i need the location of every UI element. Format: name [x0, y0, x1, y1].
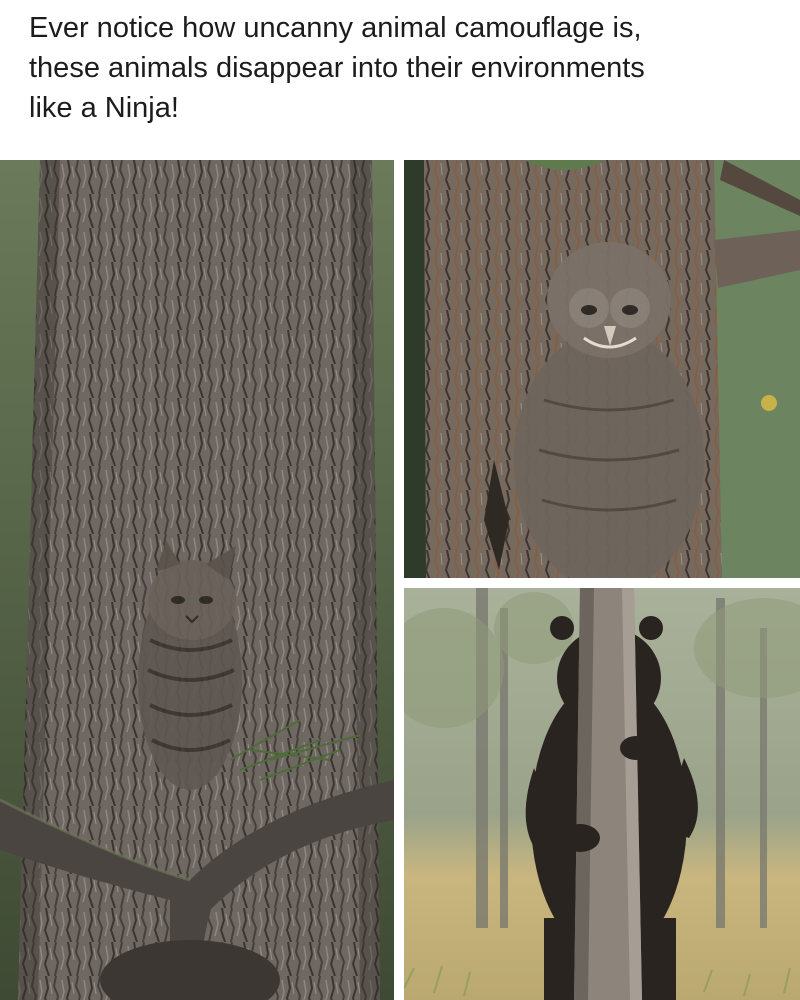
owl-photo-image: [404, 160, 800, 578]
bear-photo-image: [404, 588, 800, 1000]
photo-grid: [0, 160, 800, 1000]
bear-photo: [404, 588, 800, 1000]
cat-photo: [0, 160, 394, 1000]
meme-post: Ever notice how uncanny animal camouflag…: [0, 0, 800, 1000]
caption-line-3: like a Ninja!: [29, 92, 179, 124]
post-caption: Ever notice how uncanny animal camouflag…: [29, 8, 789, 128]
owl-photo: [404, 160, 800, 578]
caption-line-1: Ever notice how uncanny animal camouflag…: [29, 12, 642, 44]
cat-photo-image: [0, 160, 394, 1000]
caption-line-2: these animals disappear into their envir…: [29, 52, 645, 84]
